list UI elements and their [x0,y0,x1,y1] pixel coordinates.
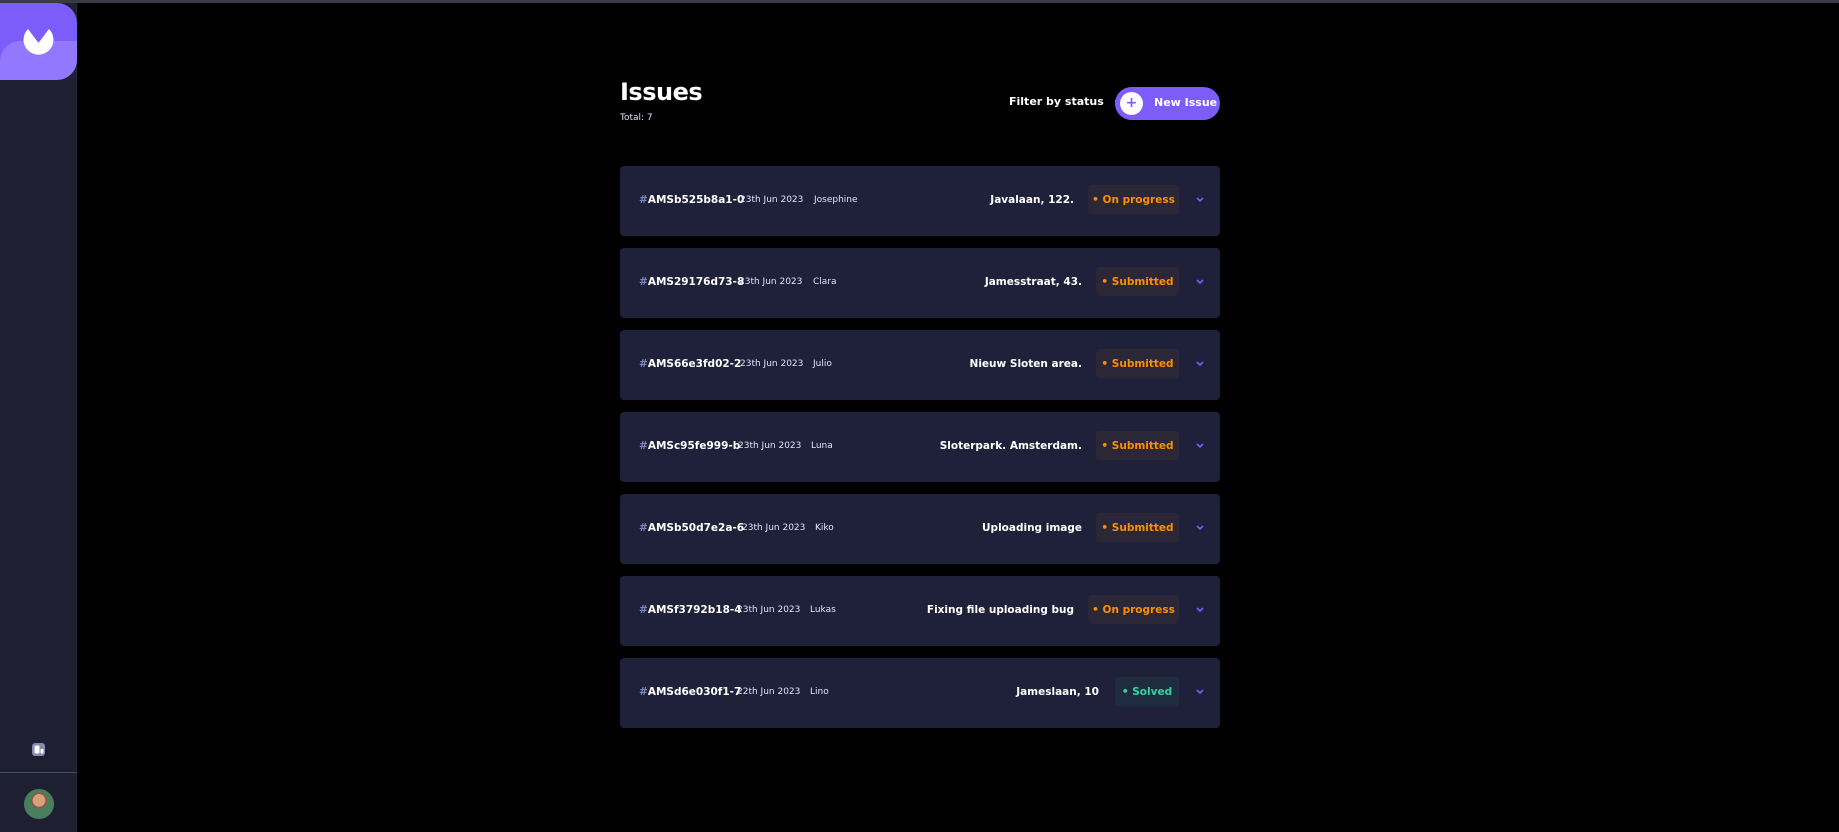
issue-id: #AMSc95fe999-b [639,440,740,452]
issue-reporter: Luna [811,441,833,451]
issue-id: #AMSd6e030f1-7 [639,686,741,698]
issue-id-value: AMSb50d7e2a-6 [647,522,745,534]
plus-icon: + [1120,92,1143,115]
new-issue-button[interactable]: + New Issue [1115,87,1220,120]
chevron-down-icon[interactable] [1196,525,1204,531]
issue-date: 22th Jun 2023 [737,687,801,697]
issue-id-hash: # [639,440,648,452]
issue-reporter: Josephine [814,195,858,205]
status-badge: • Submitted [1096,349,1179,378]
issue-id-value: AMSb525b8a1-0 [647,194,745,206]
issue-id-hash: # [639,686,648,698]
issue-id: #AMSb50d7e2a-6 [639,522,744,534]
status-badge: • Submitted [1096,267,1179,296]
status-badge: • On progress [1088,185,1179,214]
issue-date: 23th Jun 2023 [740,195,804,205]
issue-reporter: Lino [810,687,829,697]
issue-row[interactable]: #AMS66e3fd02-2 23th Jun 2023 Julio Nieuw… [620,330,1220,400]
issue-id: #AMSb525b8a1-0 [639,194,744,206]
issue-row[interactable]: #AMSc95fe999-b 23th Jun 2023 Luna Sloter… [620,412,1220,482]
issue-id-hash: # [639,358,648,370]
filter-label: Filter by status [1009,95,1104,108]
theme-toggle-icon[interactable] [31,742,46,757]
issue-id: #AMS66e3fd02-2 [639,358,741,370]
issue-row[interactable]: #AMS29176d73-8 23th Jun 2023 Clara James… [620,248,1220,318]
issue-id-value: AMSd6e030f1-7 [647,686,742,698]
filter-by-status-dropdown[interactable]: Filter by status [1009,95,1123,108]
issue-id-value: AMSf3792b18-4 [647,604,742,616]
page-title: Issues [620,78,703,106]
issue-row[interactable]: #AMSb50d7e2a-6 23th Jun 2023 Kiko Upload… [620,494,1220,564]
window-top-border [0,0,1839,3]
issue-location: Jamesstraat, 43. [984,276,1082,288]
issue-reporter: Clara [813,277,837,287]
issues-total: Total: 7 [620,113,653,123]
sidebar-divider [0,772,77,773]
issue-id-value: AMS29176d73-8 [647,276,745,288]
status-badge: • On progress [1088,595,1179,624]
chevron-down-icon[interactable] [1196,361,1204,367]
issue-location: Sloterpark. Amsterdam. [939,440,1082,452]
issue-id-value: AMS66e3fd02-2 [647,358,742,370]
chevron-down-icon[interactable] [1196,689,1204,695]
new-issue-label: New Issue [1154,96,1218,109]
issue-date: 23th Jun 2023 [739,277,803,287]
issue-row[interactable]: #AMSd6e030f1-7 22th Jun 2023 Lino Jamesl… [620,658,1220,728]
status-badge: • Solved [1115,677,1179,706]
issue-id: #AMS29176d73-8 [639,276,744,288]
logo-icon [23,29,54,55]
issue-date: 23th Jun 2023 [738,441,802,451]
issue-location: Fixing file uploading bug [926,604,1074,616]
issue-reporter: Julio [813,359,832,369]
issue-reporter: Lukas [810,605,836,615]
issue-id-hash: # [639,194,648,206]
issue-date: 23th Jun 2023 [742,523,806,533]
issue-id: #AMSf3792b18-4 [639,604,742,616]
issue-row[interactable]: #AMSf3792b18-4 23th Jun 2023 Lukas Fixin… [620,576,1220,646]
app-logo[interactable] [0,3,77,80]
issue-location: Uploading image [982,522,1082,534]
chevron-down-icon[interactable] [1196,197,1204,203]
issue-date: 23th Jun 2023 [737,605,801,615]
status-badge: • Submitted [1096,431,1179,460]
issue-row[interactable]: #AMSb525b8a1-0 23th Jun 2023 Josephine J… [620,166,1220,236]
sidebar [0,3,77,832]
issue-id-value: AMSc95fe999-b [647,440,741,452]
chevron-down-icon[interactable] [1196,607,1204,613]
issue-location: Jameslaan, 10 [1016,686,1099,698]
avatar[interactable] [24,789,54,819]
issue-location: Nieuw Sloten area. [969,358,1082,370]
issue-id-hash: # [639,276,648,288]
chevron-down-icon[interactable] [1196,443,1204,449]
issue-id-hash: # [639,604,648,616]
issue-reporter: Kiko [815,523,834,533]
chevron-down-icon[interactable] [1196,279,1204,285]
status-badge: • Submitted [1096,513,1179,542]
issue-location: Javalaan, 122. [990,194,1074,206]
issue-date: 23th Jun 2023 [740,359,804,369]
issue-id-hash: # [639,522,648,534]
